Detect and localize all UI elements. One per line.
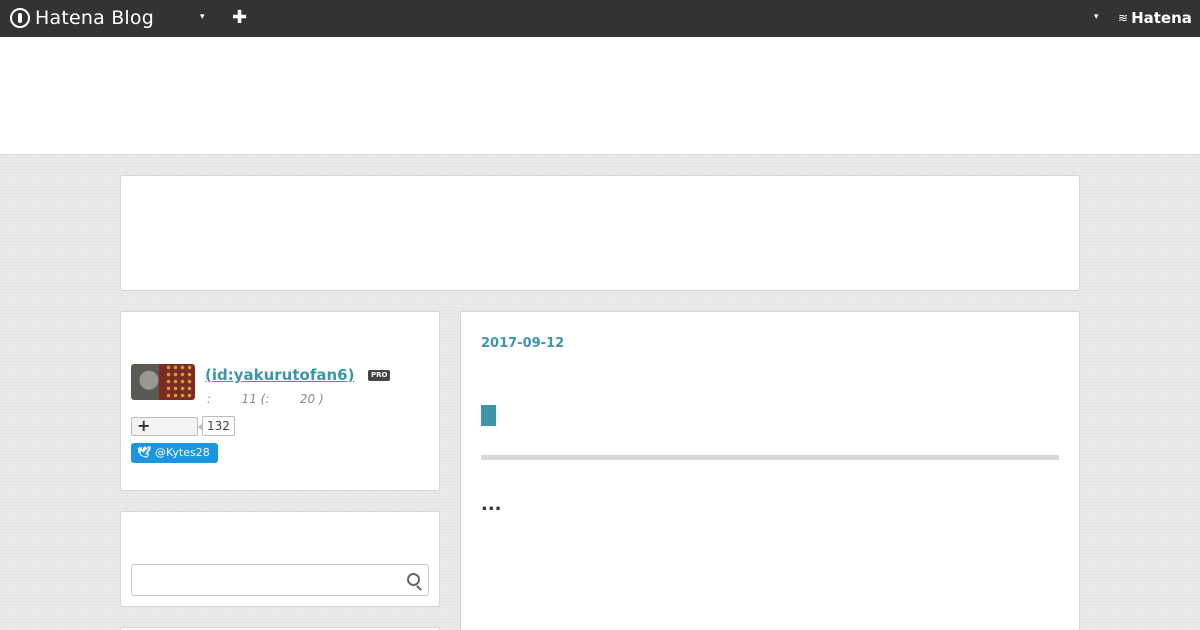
top-ad-area [120,175,1080,291]
article-excerpt-ellipsis: ... [481,494,502,515]
add-post-icon[interactable]: ✚ [232,7,247,28]
article-date-link[interactable]: 2017-09-12 [481,336,564,351]
search-icon[interactable] [407,573,420,586]
twitter-handle: @Kytes28 [154,446,210,459]
search-module [120,511,440,607]
follow-button[interactable]: + [131,417,198,436]
article-title-marker[interactable] [481,405,496,426]
search-input[interactable] [132,565,392,595]
plus-icon: + [137,416,151,435]
search-box [131,564,429,596]
menu-dropdown-icon[interactable]: ▾ [200,12,205,22]
pro-badge: PRO [368,370,391,381]
article-divider [481,455,1059,460]
profile-meta: : 11 (: 20 ) [207,392,324,406]
hatena-brand-link[interactable]: ≋ Hatena [1118,9,1192,27]
profile-name-link[interactable]: (id:yakurutofan6) [205,366,354,384]
hatena-wave-icon: ≋ [1118,11,1129,25]
profile-module: (id:yakurutofan6) PRO : 11 (: 20 ) + 132… [120,311,440,491]
hatena-blog-logo-icon [10,8,30,28]
blog-header-band [0,37,1200,155]
avatar[interactable] [131,364,195,400]
hatena-blog-logo[interactable]: Hatena Blog [10,7,154,29]
twitter-follow-button[interactable]: 🕊 @Kytes28 [131,443,218,463]
follower-count: 132 [198,416,235,436]
account-dropdown-icon[interactable]: ▾ [1094,12,1099,22]
brand-text: Hatena [1131,9,1192,27]
twitter-bird-icon: 🕊 [137,446,151,459]
global-header: Hatena Blog ▾ ✚ ▾ ≋ Hatena [0,0,1200,37]
logo-text: Hatena Blog [35,7,154,29]
article-card: 2017-09-12 ... [460,311,1080,630]
